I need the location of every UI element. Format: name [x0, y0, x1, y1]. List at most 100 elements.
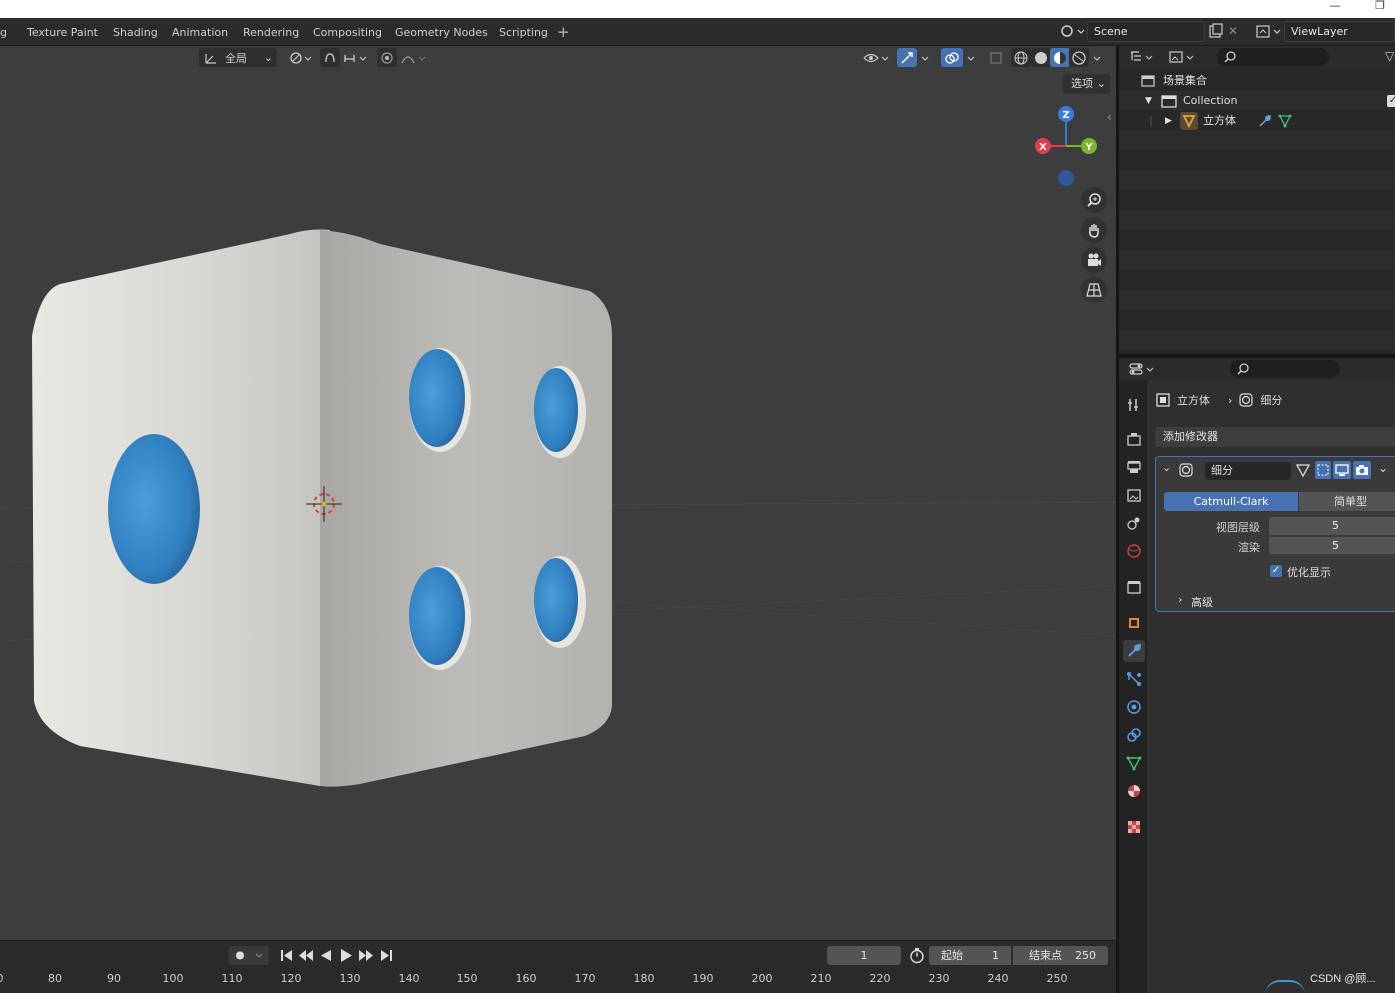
tab-texture-paint[interactable]: Texture Paint [27, 26, 98, 39]
outliner-empty-row [1119, 171, 1395, 191]
properties-search-input[interactable] [1230, 360, 1340, 378]
scene-selector-icon[interactable] [1056, 21, 1086, 42]
tab-scripting[interactable]: Scripting [499, 26, 548, 39]
proportional-edit-icon[interactable] [377, 48, 397, 67]
optimal-display-checkbox[interactable]: ✓ [1270, 565, 1282, 577]
tab-compositing[interactable]: Compositing [313, 26, 382, 39]
data-tab-icon[interactable] [1123, 752, 1145, 774]
play-reverse-icon[interactable] [316, 946, 336, 965]
minimize-icon[interactable]: — [1325, 0, 1345, 14]
jump-keyframe-forward-icon[interactable] [356, 946, 376, 965]
wireframe-shading-icon[interactable] [1011, 48, 1031, 67]
restore-icon[interactable]: ❐ [1370, 0, 1390, 14]
viewport-levels-field[interactable]: 5 [1269, 517, 1395, 535]
texture-tab-icon[interactable] [1123, 816, 1145, 838]
tab-animation[interactable]: Animation [172, 26, 228, 39]
modifier-wrench-icon[interactable] [1258, 114, 1272, 128]
tab-geometry-nodes[interactable]: Geometry Nodes [395, 26, 488, 39]
xray-toggle-icon[interactable] [986, 48, 1006, 67]
edit-mode-toggle-icon[interactable] [1295, 463, 1313, 479]
disclosure-down-icon[interactable]: ▼ [1145, 91, 1152, 111]
add-modifier-button[interactable]: 添加修改器 [1155, 427, 1395, 447]
transform-orientation-dropdown[interactable]: 全局 ⌄ [199, 48, 277, 67]
tool-tab-icon[interactable] [1123, 394, 1145, 416]
advanced-section-label[interactable]: 高级 [1191, 594, 1213, 610]
modifier-menu-chevron-icon[interactable]: ⌄ [1378, 461, 1388, 475]
perspective-toggle-icon[interactable] [1081, 277, 1107, 303]
overlays-dropdown-icon[interactable] [964, 48, 980, 67]
rendered-shading-icon[interactable] [1069, 48, 1089, 67]
outliner-row-cube[interactable]: | ▶ 立方体 [1119, 111, 1395, 131]
snap-element-icon[interactable] [341, 48, 371, 67]
end-frame-field[interactable]: 结束点 250 [1013, 946, 1108, 965]
physics-tab-icon[interactable] [1123, 696, 1145, 718]
options-dropdown[interactable]: 选项 ⌄ [1063, 74, 1110, 94]
output-tab-icon[interactable] [1123, 456, 1145, 478]
mesh-data-icon[interactable] [1278, 114, 1292, 128]
new-scene-icon[interactable] [1207, 21, 1225, 42]
tab-layout[interactable]: g [0, 26, 7, 39]
play-icon[interactable] [336, 946, 356, 965]
falloff-icon[interactable] [399, 48, 429, 67]
pan-hand-icon[interactable] [1081, 217, 1107, 243]
render-toggle-icon[interactable] [1353, 461, 1371, 479]
gizmo-dropdown-icon[interactable] [918, 48, 934, 67]
modifier-tab-icon[interactable] [1123, 640, 1145, 662]
start-frame-field[interactable]: 起始 1 [929, 946, 1011, 965]
editor-type-icon[interactable] [1127, 361, 1159, 377]
object-mesh-icon [1180, 112, 1198, 130]
realtime-toggle-icon[interactable] [1333, 461, 1351, 479]
catmull-clark-button[interactable]: Catmull-Clark [1164, 492, 1298, 511]
cage-toggle-icon[interactable] [1315, 461, 1331, 479]
zoom-icon[interactable] [1081, 187, 1107, 213]
object-tab-icon[interactable] [1123, 612, 1145, 634]
view-layer-tab-icon[interactable] [1123, 484, 1145, 506]
tab-rendering[interactable]: Rendering [243, 26, 299, 39]
viewlayer-name-field[interactable]: ViewLayer [1284, 21, 1395, 42]
outliner-row-scene-collection[interactable]: 场景集合 [1119, 71, 1395, 91]
tab-shading[interactable]: Shading [113, 26, 158, 39]
material-tab-icon[interactable] [1123, 780, 1145, 802]
stopwatch-icon[interactable] [906, 946, 928, 965]
viewlayer-selector-icon[interactable] [1252, 21, 1284, 42]
gizmo-toggle-icon[interactable] [897, 48, 917, 67]
timeline-ruler[interactable]: 0 80 90 100 110 120 130 140 150 160 170 … [0, 968, 1116, 993]
shading-dropdown-icon[interactable] [1090, 48, 1106, 67]
simple-button[interactable]: 简单型 [1299, 492, 1395, 511]
chevron-right-icon[interactable]: › [1178, 593, 1182, 606]
world-tab-icon[interactable] [1123, 540, 1145, 562]
constraints-tab-icon[interactable] [1123, 724, 1145, 746]
scene-name-field[interactable]: Scene [1087, 21, 1205, 42]
scene-tab-icon[interactable] [1123, 512, 1145, 534]
camera-view-icon[interactable] [1081, 247, 1107, 273]
pivot-point-icon[interactable] [285, 48, 315, 67]
collapse-chevron-icon[interactable]: ⌄ [1162, 461, 1171, 474]
visibility-icon[interactable] [861, 48, 891, 67]
outliner-row-collection[interactable]: ▼ Collection ✓ [1119, 91, 1395, 111]
current-frame-field[interactable]: 1 [827, 946, 901, 965]
exclude-checkbox[interactable]: ✓ [1387, 95, 1395, 107]
jump-keyframe-back-icon[interactable] [296, 946, 316, 965]
material-preview-shading-icon[interactable] [1050, 48, 1070, 67]
render-levels-field[interactable]: 5 [1269, 536, 1395, 554]
delete-scene-icon[interactable]: ✕ [1228, 21, 1244, 42]
solid-shading-icon[interactable] [1031, 48, 1051, 67]
collection-tab-icon[interactable] [1123, 576, 1145, 598]
add-workspace-icon[interactable]: + [557, 23, 570, 41]
keyframe-record-button[interactable] [229, 946, 269, 965]
modifier-name-field[interactable]: 细分 [1205, 462, 1291, 480]
overlays-toggle-icon[interactable] [941, 48, 963, 67]
particles-tab-icon[interactable] [1123, 668, 1145, 690]
disclosure-right-icon[interactable]: ▶ [1165, 111, 1172, 131]
render-tab-icon[interactable] [1123, 428, 1145, 450]
navigation-gizmo[interactable]: Z X Y [1030, 102, 1110, 192]
display-mode-icon[interactable] [1129, 49, 1157, 65]
3d-viewport[interactable]: 全局 ⌄ 选项 ⌄ ‹ Z X Y [0, 46, 1116, 940]
jump-end-icon[interactable] [376, 946, 396, 965]
snap-toggle-icon[interactable] [320, 48, 340, 67]
jump-start-icon[interactable] [277, 946, 297, 965]
filter-icon[interactable]: ▽ [1385, 49, 1394, 63]
outliner-search-input[interactable] [1217, 48, 1329, 66]
gizmo-x-label: X [1039, 142, 1047, 153]
filter-image-icon[interactable] [1167, 49, 1197, 65]
